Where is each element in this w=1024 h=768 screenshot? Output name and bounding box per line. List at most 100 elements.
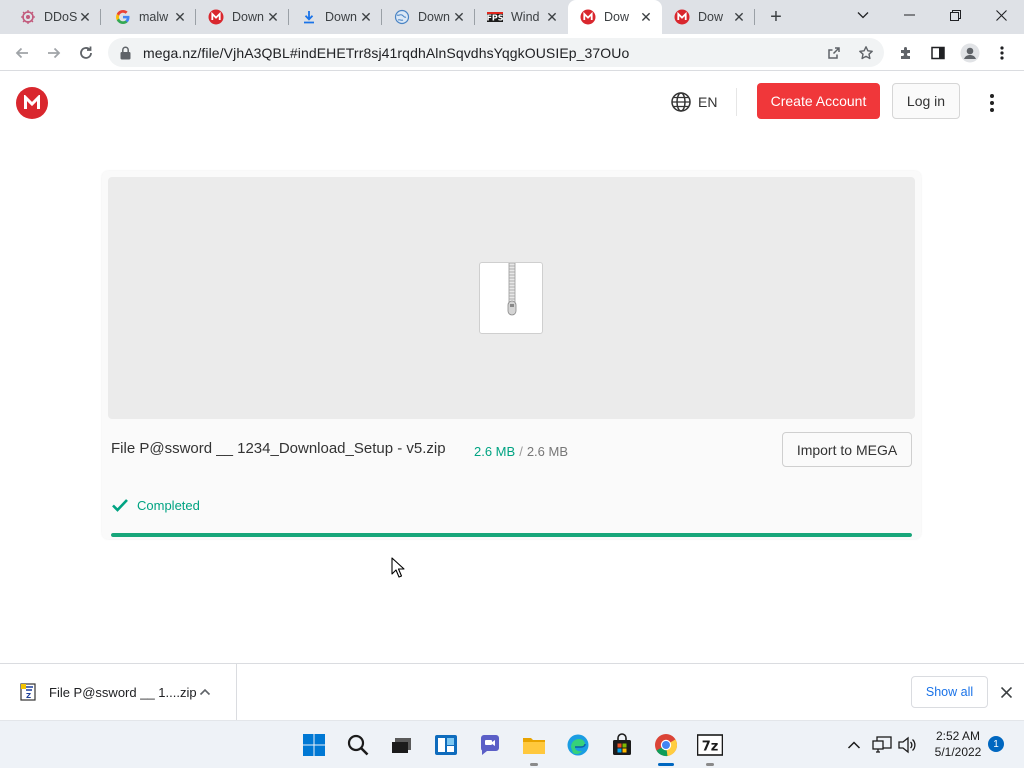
notification-badge[interactable]: 1 [988, 736, 1004, 752]
store-button[interactable] [606, 729, 638, 761]
download-shelf: Z File P@ssword __ 1....zip Show all [0, 663, 1024, 720]
fps-site-icon: FPS [487, 9, 503, 25]
close-tab-icon[interactable]: ✕ [358, 9, 374, 25]
browser-tab[interactable]: Down ✕ [196, 0, 289, 34]
back-button[interactable] [8, 39, 36, 67]
folder-icon [523, 738, 545, 754]
close-tab-icon[interactable]: ✕ [77, 9, 93, 25]
taskbar-search-button[interactable] [342, 729, 374, 761]
extensions-button[interactable] [892, 39, 920, 67]
chrome-icon [655, 734, 678, 757]
reload-button[interactable] [72, 39, 100, 67]
svg-text:Z: Z [26, 692, 31, 700]
file-explorer-button[interactable] [518, 729, 550, 766]
show-hidden-icons-button[interactable] [844, 735, 864, 755]
globe-site-icon [394, 9, 410, 25]
tab-title: Down [418, 10, 450, 24]
browser-tab[interactable]: Dow ✕ [662, 0, 755, 34]
minimize-button[interactable] [886, 0, 932, 30]
download-item[interactable]: Z File P@ssword __ 1....zip [0, 664, 237, 720]
archive-file-icon: Z [20, 683, 36, 701]
browser-tab[interactable]: Down ✕ [382, 0, 475, 34]
widgets-icon [435, 735, 457, 755]
system-clock[interactable]: 2:52 AM 5/1/2022 [924, 728, 992, 760]
checkmark-icon [112, 499, 128, 512]
start-button[interactable] [298, 729, 330, 761]
close-shelf-button[interactable] [996, 682, 1016, 702]
forward-arrow-icon [48, 47, 61, 59]
zip-file-icon [479, 262, 543, 334]
teams-chat-icon [480, 735, 499, 755]
mega-m-icon [24, 95, 40, 109]
widgets-button[interactable] [430, 729, 462, 761]
clock-date: 5/1/2022 [934, 745, 982, 759]
download-progress-bar [111, 533, 912, 537]
browser-tab[interactable]: DDoS ✕ [8, 0, 101, 34]
close-tab-icon[interactable]: ✕ [451, 9, 467, 25]
close-window-button[interactable] [978, 0, 1024, 30]
login-button[interactable]: Log in [892, 83, 960, 119]
volume-button[interactable] [897, 735, 917, 755]
side-panel-button[interactable] [924, 39, 952, 67]
lock-icon[interactable] [120, 46, 131, 60]
import-to-mega-button[interactable]: Import to MEGA [782, 432, 912, 467]
tab-title: Dow [698, 10, 724, 24]
7zip-button[interactable]: 7z [694, 729, 726, 766]
tab-search-button[interactable] [840, 0, 886, 30]
tab-title: Down [325, 10, 357, 24]
close-tab-icon[interactable]: ✕ [544, 9, 560, 25]
browser-tab-active[interactable]: Dow ✕ [568, 0, 662, 34]
create-account-button[interactable]: Create Account [757, 83, 880, 119]
restore-icon [949, 9, 961, 21]
task-view-icon [392, 738, 411, 753]
close-tab-icon[interactable]: ✕ [172, 9, 188, 25]
browser-tab[interactable]: FPS Wind ✕ [475, 0, 568, 34]
7zip-icon: 7z [697, 734, 723, 756]
task-view-button[interactable] [386, 729, 418, 761]
new-tab-button[interactable]: + [764, 6, 788, 28]
close-tab-icon[interactable]: ✕ [731, 9, 747, 25]
browser-tab[interactable]: malw ✕ [103, 0, 196, 34]
dot [990, 101, 994, 105]
bookmark-button[interactable] [852, 39, 880, 67]
profile-button[interactable] [956, 39, 984, 67]
downloaded-size: 2.6 MB [474, 444, 516, 459]
close-tab-icon[interactable]: ✕ [265, 9, 281, 25]
tab-title: Down [232, 10, 264, 24]
address-bar[interactable]: mega.nz/file/VjhA3QBL#indEHETrr8sj41rqdh… [108, 38, 884, 67]
mega-logo[interactable] [16, 87, 48, 119]
chevron-down-icon [857, 12, 869, 19]
total-size: 2.6 MB [526, 444, 568, 459]
globe-icon [671, 92, 691, 112]
star-icon [859, 46, 873, 60]
file-name: File P@ssword __ 1234_Download_Setup - v… [111, 440, 446, 457]
share-button[interactable] [820, 39, 848, 67]
show-all-button[interactable]: Show all [911, 676, 988, 708]
dot [990, 94, 994, 98]
browser-tab[interactable]: Down ✕ [289, 0, 382, 34]
edge-button[interactable] [562, 729, 594, 761]
chat-button[interactable] [474, 729, 506, 761]
mega-icon [580, 9, 596, 25]
windows-logo-icon [303, 734, 325, 756]
language-code: EN [698, 94, 718, 110]
url-text[interactable]: mega.nz/file/VjhA3QBL#indEHETrr8sj41rqdh… [143, 45, 629, 61]
dot [990, 108, 994, 112]
mouse-cursor-icon [391, 557, 405, 578]
download-item-name: File P@ssword __ 1....zip [49, 684, 197, 700]
restore-button[interactable] [932, 0, 978, 30]
chrome-button[interactable] [650, 729, 682, 766]
page-menu-button[interactable] [982, 91, 1002, 115]
language-selector[interactable]: EN [670, 90, 717, 114]
header-divider [736, 88, 737, 116]
store-bag-icon [613, 733, 631, 755]
network-button[interactable] [872, 735, 892, 755]
close-tab-icon[interactable]: ✕ [638, 9, 654, 25]
chevron-up-icon[interactable] [198, 685, 212, 699]
browser-menu-button[interactable] [988, 39, 1016, 67]
tab-divider [100, 9, 101, 25]
share-icon [828, 47, 840, 59]
close-icon [995, 9, 1007, 21]
forward-button[interactable] [40, 39, 68, 67]
svg-text:FPS: FPS [487, 14, 503, 23]
